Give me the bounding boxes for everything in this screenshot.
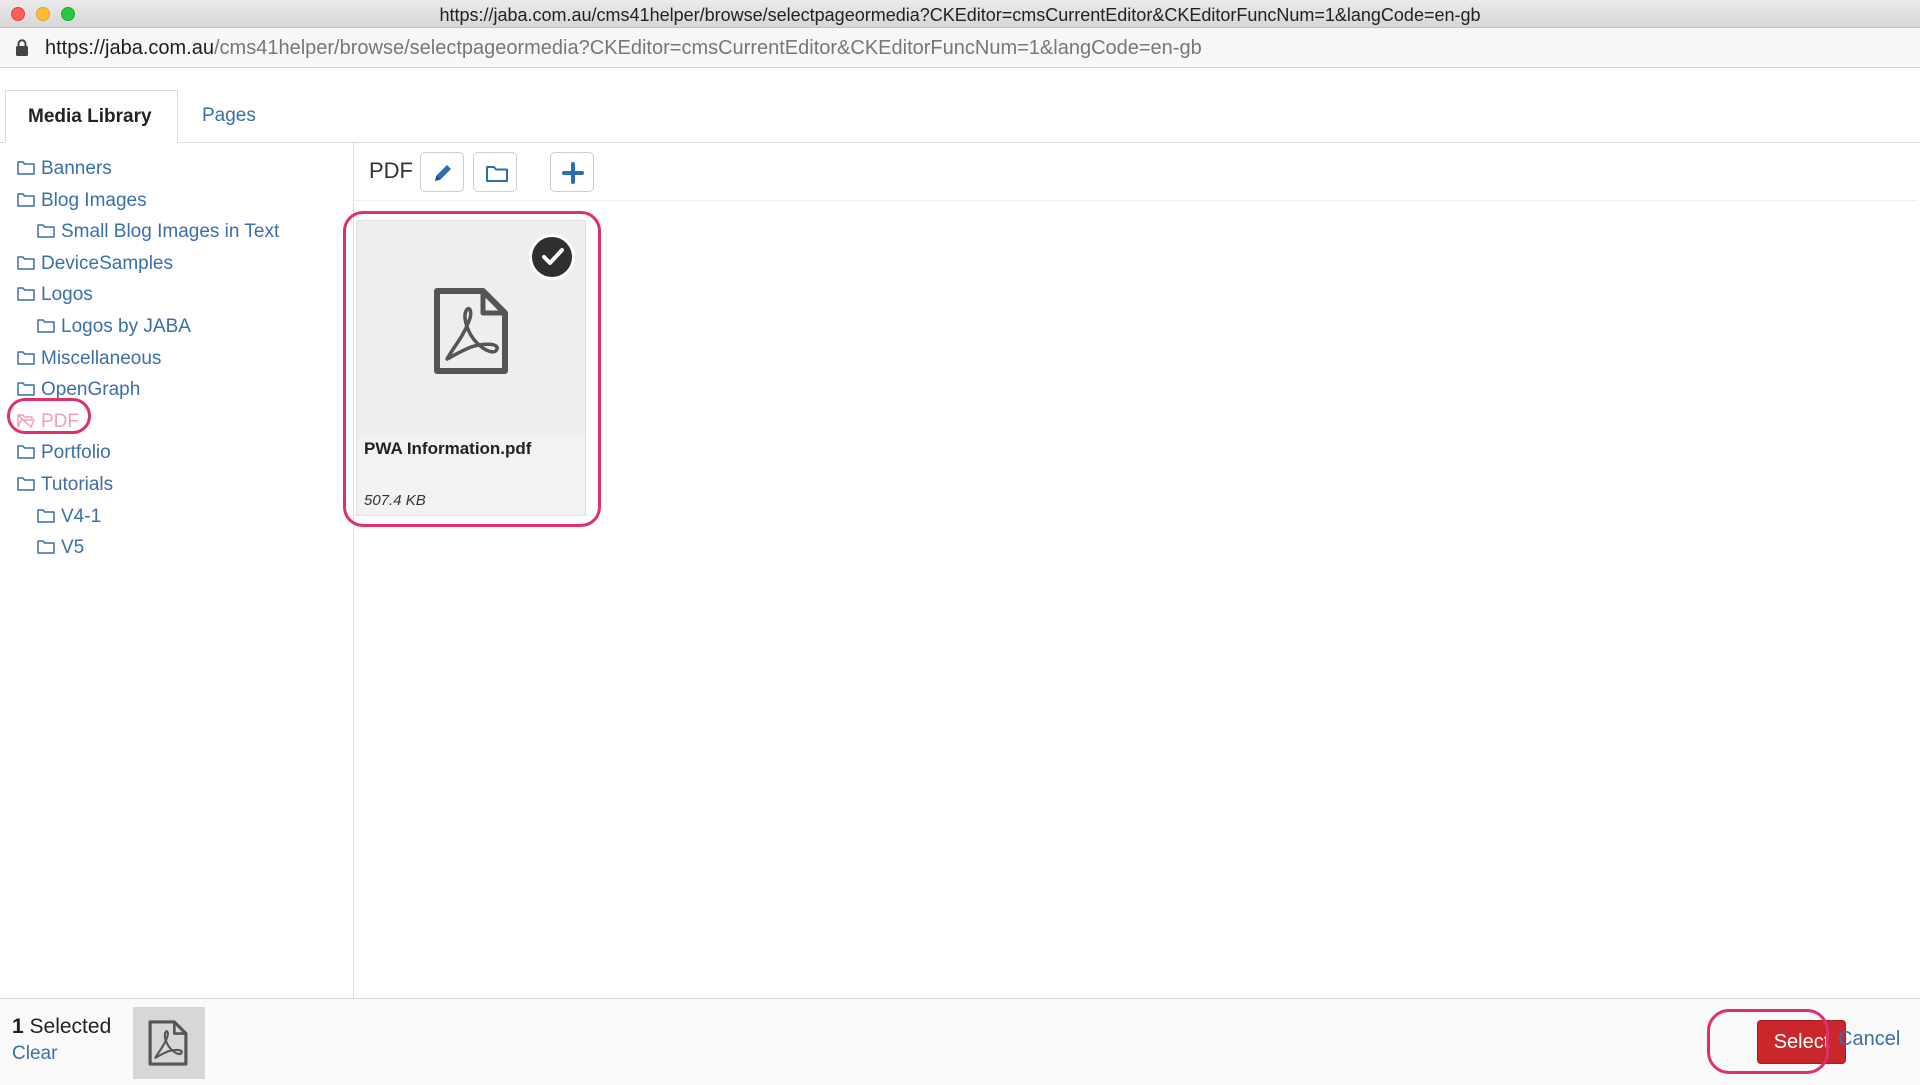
folder-item[interactable]: V5 <box>37 534 84 562</box>
folder-icon <box>17 256 35 270</box>
folder-label: Portfolio <box>41 442 111 464</box>
new-folder-button[interactable] <box>473 152 517 192</box>
folder-label: DeviceSamples <box>41 252 173 274</box>
folder-icon <box>17 382 35 396</box>
check-icon <box>542 248 564 265</box>
selected-count-label: Selected <box>29 1015 112 1038</box>
cancel-link[interactable]: Cancel <box>1838 1028 1900 1051</box>
folder-label: Blog Images <box>41 189 147 211</box>
folder-label: Logos by JABA <box>61 316 191 337</box>
selected-count-number: 1 <box>12 1015 24 1038</box>
tab-media-library[interactable]: Media Library <box>5 90 178 143</box>
folder-item[interactable]: Tutorials <box>17 471 113 499</box>
plus-icon <box>562 162 584 184</box>
media-toolbar: PDF <box>355 143 1917 201</box>
folder-icon <box>37 508 55 523</box>
folder-item[interactable]: Miscellaneous <box>17 345 161 373</box>
folder-icon <box>17 192 35 207</box>
folder-icon <box>17 350 35 365</box>
pencil-icon <box>435 165 451 181</box>
folder-icon <box>17 445 35 460</box>
window-titlebar: https://jaba.com.au/cms41helper/browse/s… <box>0 0 1920 28</box>
rename-folder-button[interactable] <box>420 152 464 192</box>
selected-file-thumbnail <box>133 1007 205 1079</box>
file-card[interactable]: PWA Information.pdf 507.4 KB <box>356 220 586 516</box>
folder-icon <box>37 540 55 554</box>
folder-label: Tutorials <box>41 474 114 495</box>
folder-label: Banners <box>41 158 112 179</box>
add-file-button[interactable] <box>550 152 594 192</box>
address-bar[interactable]: https://jaba.com.au/cms41helper/browse/s… <box>0 28 1920 68</box>
url-host: https://jaba.com.au <box>45 37 214 59</box>
folder-item[interactable]: OpenGraph <box>17 376 140 404</box>
folder-label: Miscellaneous <box>41 347 162 369</box>
url-path: /cms41helper/browse/selectpageormedia?CK… <box>213 37 1202 59</box>
current-folder-title: PDF <box>369 158 413 183</box>
folder-item[interactable]: Portfolio <box>17 439 111 467</box>
folder-item[interactable]: DeviceSamples <box>17 250 173 278</box>
folder-item[interactable]: V4-1 <box>37 503 101 531</box>
folder-icon <box>486 166 508 182</box>
url-text[interactable]: https://jaba.com.au/cms41helper/browse/s… <box>45 37 1202 60</box>
pdf-file-icon <box>148 1020 188 1066</box>
file-thumbnail[interactable] <box>357 221 585 437</box>
folder-item[interactable]: Banners <box>17 155 112 183</box>
folder-item[interactable]: PDF <box>17 408 79 436</box>
select-button[interactable]: Select <box>1757 1020 1846 1064</box>
folder-label: OpenGraph <box>41 379 141 401</box>
open-folder-icon <box>17 414 35 428</box>
folder-label: Small Blog Images in Text <box>61 221 280 243</box>
pdf-file-icon <box>434 288 508 374</box>
folder-icon <box>17 161 35 175</box>
clear-selection-link[interactable]: Clear <box>12 1043 57 1065</box>
folder-icon <box>37 224 55 238</box>
folder-icon <box>17 287 35 302</box>
lock-icon <box>16 39 28 56</box>
window-title: https://jaba.com.au/cms41helper/browse/s… <box>439 5 1481 25</box>
selected-count: 1 Selected <box>12 1015 111 1039</box>
selection-footer: 1 Selected Clear Select Cancel <box>0 998 1920 1085</box>
folder-item[interactable]: Small Blog Images in Text <box>37 218 279 246</box>
folder-label: V5 <box>61 537 85 559</box>
file-name: PWA Information.pdf <box>364 439 532 458</box>
folder-tree: Banners Blog Images Small Blog Images in T… <box>0 143 354 998</box>
folder-label: V4-1 <box>61 505 102 527</box>
folder-item[interactable]: Logos <box>17 281 93 309</box>
tab-pages[interactable]: Pages <box>180 90 278 143</box>
folder-item[interactable]: Blog Images <box>17 187 147 215</box>
folder-label: Logos <box>41 284 93 306</box>
file-size: 507.4 KB <box>364 492 426 509</box>
folder-label: PDF <box>41 410 79 432</box>
folder-item[interactable]: Logos by JABA <box>37 313 191 341</box>
selected-check-badge[interactable] <box>529 234 575 280</box>
folder-icon <box>17 477 35 491</box>
tab-bar: Media Library Pages <box>0 68 1920 143</box>
folder-icon <box>37 319 55 333</box>
